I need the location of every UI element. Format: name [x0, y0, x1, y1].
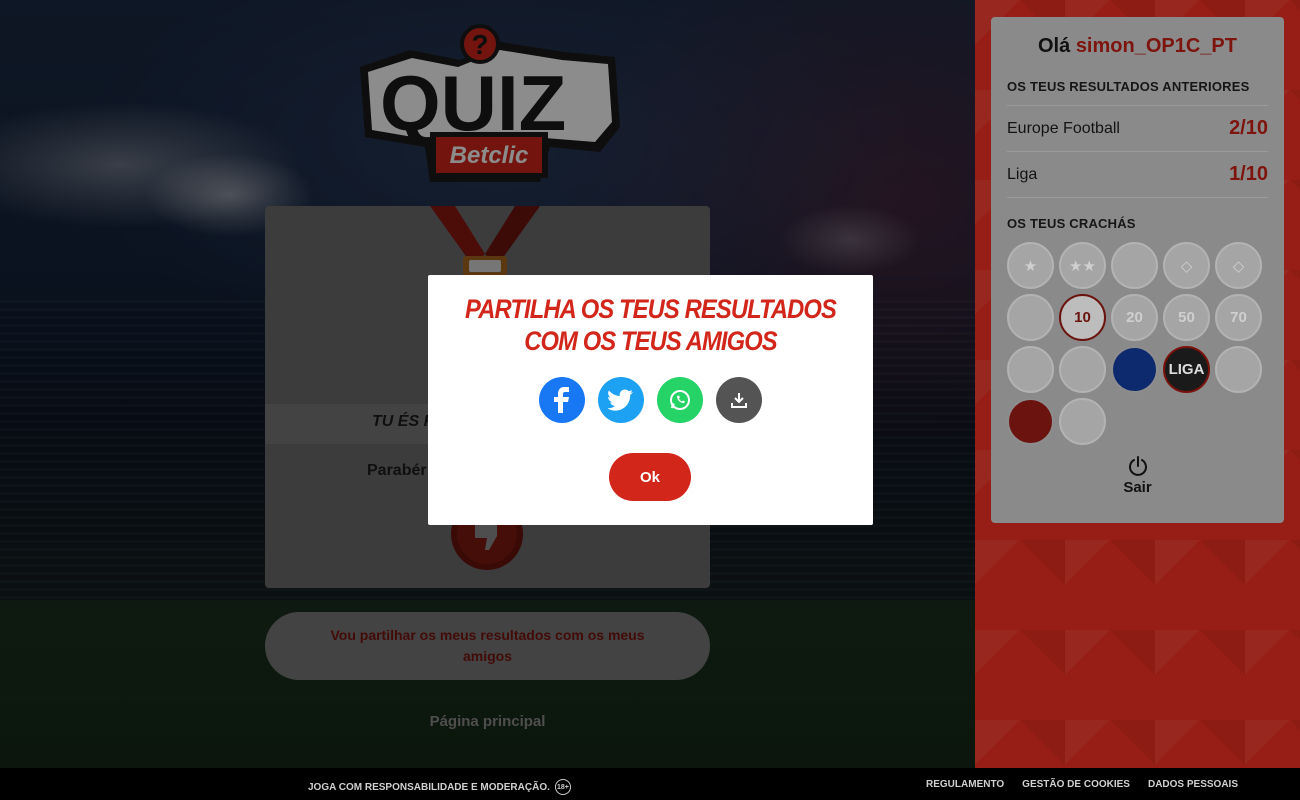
user-sidebar: Olá simon_OP1C_PT OS TEUS RESULTADOS ANT…	[991, 17, 1284, 523]
regulation-link[interactable]: REGULAMENTO	[926, 779, 1004, 790]
sidebar-greeting: Olá simon_OP1C_PT	[1007, 35, 1268, 61]
result-score: 2/10	[1229, 117, 1268, 139]
responsibility-notice: JOGA COM RESPONSABILIDADE E MODERAÇÃO. 1…	[308, 779, 571, 795]
player-badge	[1007, 294, 1054, 341]
footer-links: REGULAMENTO GESTÃO DE COOKIES DADOS PESS…	[926, 779, 1238, 790]
diamond-badge: ◇	[1163, 242, 1210, 289]
europe-map-blue-badge	[1111, 346, 1158, 393]
twitter-share-button[interactable]	[598, 377, 644, 423]
share-buttons	[539, 377, 762, 423]
cookie-management-link[interactable]: GESTÃO DE COOKIES	[1022, 779, 1130, 790]
previous-results-title: OS TEUS RESULTADOS ANTERIORES	[1007, 79, 1250, 94]
result-row: Liga 1/10	[1007, 152, 1268, 198]
username: simon_OP1C_PT	[1075, 35, 1237, 57]
fifty-badge: 50	[1163, 294, 1210, 341]
badges-grid: ★ ★★ ◇ ◇ 10 20 50 70 LIGA	[1007, 242, 1268, 445]
diamond-badge-2: ◇	[1215, 242, 1262, 289]
whatsapp-share-button[interactable]	[657, 377, 703, 423]
microphone-badge	[1059, 346, 1106, 393]
result-quiz-name: Europe Football	[1007, 119, 1120, 137]
share-modal: PARTILHA OS TEUS RESULTADOS COM OS TEUS …	[428, 275, 873, 525]
finger-badge	[1215, 346, 1262, 393]
footer: JOGA COM RESPONSABILIDADE E MODERAÇÃO. 1…	[0, 768, 1300, 800]
goat-badge	[1111, 242, 1158, 289]
two-star-badge: ★★	[1059, 242, 1106, 289]
responsibility-text: JOGA COM RESPONSABILIDADE E MODERAÇÃO.	[308, 781, 550, 793]
ok-button[interactable]: Ok	[609, 453, 691, 501]
result-row: Europe Football 2/10	[1007, 106, 1268, 152]
liga-badge: LIGA	[1163, 346, 1210, 393]
europe-map-badge	[1007, 346, 1054, 393]
download-button[interactable]	[716, 377, 762, 423]
twitter-icon	[608, 389, 633, 411]
seventy-badge: 70	[1215, 294, 1262, 341]
one-star-badge: ★	[1007, 242, 1054, 289]
whatsapp-icon	[670, 390, 690, 410]
download-icon	[731, 393, 747, 408]
facebook-icon	[554, 387, 569, 413]
twenty-badge: 20	[1111, 294, 1158, 341]
result-quiz-name: Liga	[1007, 165, 1038, 183]
badges-title: OS TEUS CRACHÁS	[1007, 216, 1136, 231]
personal-data-link[interactable]: DADOS PESSOAIS	[1148, 779, 1238, 790]
logout-button[interactable]: Sair	[991, 455, 1284, 496]
result-score: 1/10	[1229, 163, 1268, 185]
modal-heading: PARTILHA OS TEUS RESULTADOS COM OS TEUS …	[465, 294, 837, 356]
muscle-badge	[1059, 398, 1106, 445]
logout-label: Sair	[1123, 479, 1152, 496]
facebook-share-button[interactable]	[539, 377, 585, 423]
greeting-text: Olá	[1038, 35, 1071, 57]
thumbs-down-badge	[1007, 398, 1054, 445]
previous-results-list: Europe Football 2/10 Liga 1/10	[1007, 105, 1268, 198]
power-icon	[1128, 456, 1147, 476]
ten-badge: 10	[1059, 294, 1106, 341]
age-restriction-badge: 18+	[554, 779, 571, 795]
